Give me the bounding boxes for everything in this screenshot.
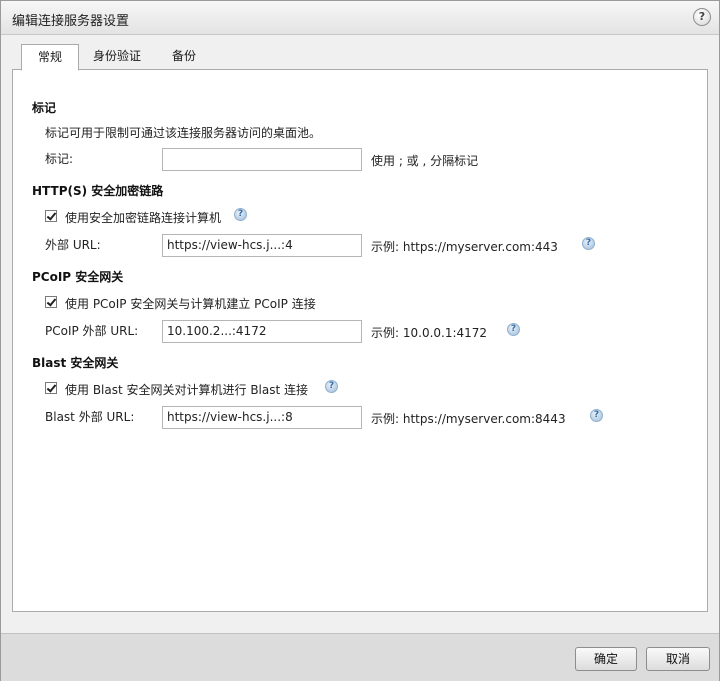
general-panel: 标记 标记可用于限制可通过该连接服务器访问的桌面池。 标记: 使用 ; 或 , … bbox=[12, 69, 708, 612]
https-tunnel-label: 使用安全加密链路连接计算机 bbox=[65, 211, 222, 225]
https-tunnel-checkbox[interactable] bbox=[45, 210, 57, 222]
tab-authentication[interactable]: 身份验证 bbox=[81, 44, 153, 68]
tab-backup[interactable]: 备份 bbox=[159, 44, 209, 68]
pcoip-url-example: 示例: 10.0.0.1:4172 bbox=[371, 326, 488, 340]
help-icon[interactable]: ? bbox=[693, 8, 711, 26]
blast-external-url-input[interactable]: https://view-hcs.j...:8 bbox=[162, 406, 362, 429]
https-url-help-icon[interactable]: ? bbox=[582, 237, 595, 250]
pcoip-gateway-label: 使用 PCoIP 安全网关与计算机建立 PCoIP 连接 bbox=[65, 297, 316, 311]
https-url-example: 示例: https://myserver.com:443 bbox=[371, 240, 558, 254]
blast-gateway-label: 使用 Blast 安全网关对计算机进行 Blast 连接 bbox=[65, 383, 309, 397]
title-bar: 编辑连接服务器设置 ? bbox=[1, 1, 719, 35]
blast-section-title: Blast 安全网关 bbox=[32, 356, 119, 370]
dialog-title: 编辑连接服务器设置 bbox=[12, 14, 130, 29]
tags-label: 标记: bbox=[45, 152, 74, 166]
pcoip-gateway-checkbox[interactable] bbox=[45, 296, 57, 308]
blast-url-label: Blast 外部 URL: bbox=[45, 410, 135, 424]
tags-input[interactable] bbox=[162, 148, 362, 171]
tab-general[interactable]: 常规 bbox=[21, 44, 79, 71]
pcoip-external-url-input[interactable]: 10.100.2...:4172 bbox=[162, 320, 362, 343]
pcoip-url-label: PCoIP 外部 URL: bbox=[45, 324, 139, 338]
https-url-label: 外部 URL: bbox=[45, 238, 101, 252]
blast-gateway-checkbox[interactable] bbox=[45, 382, 57, 394]
https-section-title: HTTP(S) 安全加密链路 bbox=[32, 184, 164, 198]
tags-hint: 使用 ; 或 , 分隔标记 bbox=[371, 154, 479, 168]
https-help-icon[interactable]: ? bbox=[234, 208, 247, 221]
pcoip-section-title: PCoIP 安全网关 bbox=[32, 270, 124, 284]
ok-button[interactable]: 确定 bbox=[575, 647, 637, 671]
edit-connection-server-dialog: 编辑连接服务器设置 ? 常规 身份验证 备份 标记 标记可用于限制可通过该连接服… bbox=[0, 0, 720, 681]
tags-section-title: 标记 bbox=[32, 101, 57, 115]
blast-url-example: 示例: https://myserver.com:8443 bbox=[371, 412, 566, 426]
dialog-footer: 确定 取消 bbox=[1, 633, 719, 681]
pcoip-url-help-icon[interactable]: ? bbox=[507, 323, 520, 336]
tags-description: 标记可用于限制可通过该连接服务器访问的桌面池。 bbox=[45, 126, 322, 140]
https-external-url-input[interactable]: https://view-hcs.j...:4 bbox=[162, 234, 362, 257]
blast-help-icon[interactable]: ? bbox=[325, 380, 338, 393]
cancel-button[interactable]: 取消 bbox=[646, 647, 710, 671]
blast-url-help-icon[interactable]: ? bbox=[590, 409, 603, 422]
